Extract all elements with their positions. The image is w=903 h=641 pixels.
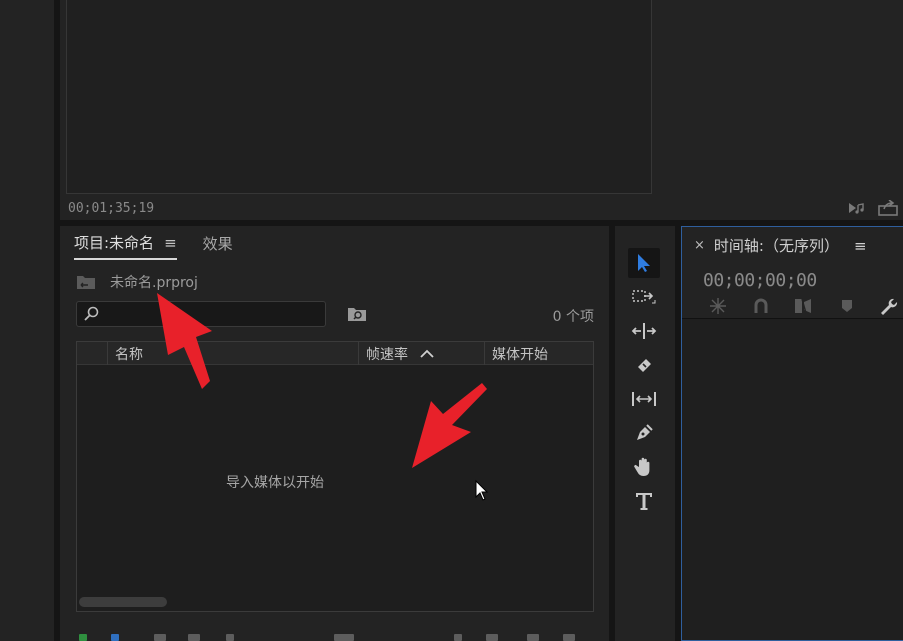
trash-icon[interactable] xyxy=(563,634,575,641)
timeline-header: × 时间轴:（无序列） ≡ 00;00;00;00 xyxy=(682,227,903,319)
project-panel: 项目:未命名 ≡ 效果 未命名.prproj 0 个项 名称 帧速率 媒体开始 … xyxy=(60,226,609,641)
monitor-viewport xyxy=(66,0,652,194)
list-header: 名称 帧速率 媒体开始 xyxy=(77,342,593,365)
list-view-icon[interactable] xyxy=(111,634,119,641)
tab-project-label: 项目:未命名 xyxy=(74,234,155,252)
razor-tool-icon[interactable] xyxy=(628,350,660,380)
timeline-timecode[interactable]: 00;00;00;00 xyxy=(703,270,817,291)
column-name-label: 名称 xyxy=(115,346,143,363)
tools-panel xyxy=(615,226,675,641)
column-frame-rate-label: 帧速率 xyxy=(366,346,408,363)
horizontal-scrollbar[interactable] xyxy=(79,597,167,607)
tab-effects-label: 效果 xyxy=(202,235,233,253)
project-file-row: 未命名.prproj xyxy=(76,272,198,292)
program-monitor: 00;01;35;19 xyxy=(60,0,903,220)
monitor-timecode[interactable]: 00;01;35;19 xyxy=(68,201,154,216)
linked-selection-icon[interactable] xyxy=(793,296,813,316)
nest-sequence-icon[interactable] xyxy=(708,296,728,316)
pen-tool-icon[interactable] xyxy=(628,418,660,448)
slip-tool-icon[interactable] xyxy=(628,384,660,414)
new-bin-icon[interactable] xyxy=(486,634,498,641)
panel-menu-icon[interactable]: ≡ xyxy=(164,234,177,252)
find-icon[interactable] xyxy=(454,634,462,641)
hand-tool-icon[interactable] xyxy=(628,452,660,482)
icon-view-icon[interactable] xyxy=(154,634,166,641)
left-panel xyxy=(0,0,54,641)
timeline-panel: × 时间轴:（无序列） ≡ 00;00;00;00 xyxy=(681,226,903,641)
search-icon xyxy=(84,306,99,321)
selection-tool-icon[interactable] xyxy=(628,248,660,278)
snap-icon[interactable] xyxy=(751,296,771,316)
column-header-frame-rate[interactable]: 帧速率 xyxy=(359,342,485,365)
freeform-view-icon[interactable] xyxy=(188,634,200,641)
ripple-edit-tool-icon[interactable] xyxy=(628,316,660,346)
project-file-name: 未命名.prproj xyxy=(110,275,198,291)
tab-effects[interactable]: 效果 xyxy=(203,233,233,259)
zoom-slider-icon[interactable] xyxy=(226,634,234,641)
timeline-title-bar: × 时间轴:（无序列） ≡ xyxy=(694,235,867,256)
add-marker-icon[interactable] xyxy=(837,296,857,316)
export-frame-icon[interactable] xyxy=(877,199,899,217)
close-icon[interactable]: × xyxy=(694,238,705,253)
project-bottom-toolbar xyxy=(76,632,594,641)
wrench-icon[interactable] xyxy=(878,296,898,316)
track-select-tool-icon[interactable] xyxy=(628,282,660,312)
item-count: 0 个项 xyxy=(552,309,594,325)
audio-output-icon[interactable] xyxy=(846,199,868,217)
column-header-name[interactable]: 名称 xyxy=(108,342,359,365)
sort-ascending-icon xyxy=(420,349,434,358)
timeline-title[interactable]: 时间轴:（无序列） xyxy=(714,235,839,256)
timeline-toolbar xyxy=(706,296,903,316)
column-media-start-label: 媒体开始 xyxy=(492,346,548,363)
empty-import-hint[interactable]: 导入媒体以开始 xyxy=(77,472,593,492)
new-item-icon[interactable] xyxy=(527,634,539,641)
panel-tabs: 项目:未命名 ≡ 效果 xyxy=(74,232,233,260)
folder-up-icon[interactable] xyxy=(76,274,96,290)
panel-menu-icon[interactable]: ≡ xyxy=(854,237,867,255)
column-header-media-start[interactable]: 媒体开始 xyxy=(485,342,593,365)
project-item-list[interactable]: 名称 帧速率 媒体开始 导入媒体以开始 xyxy=(76,341,594,612)
search-input[interactable] xyxy=(76,301,326,327)
write-protect-icon[interactable] xyxy=(79,634,87,641)
sort-icons-icon[interactable] xyxy=(334,634,354,641)
tab-project[interactable]: 项目:未命名 ≡ xyxy=(74,232,177,260)
column-icon-header[interactable] xyxy=(77,342,108,365)
type-tool-icon[interactable] xyxy=(628,486,660,516)
find-bin-icon[interactable] xyxy=(346,305,368,323)
